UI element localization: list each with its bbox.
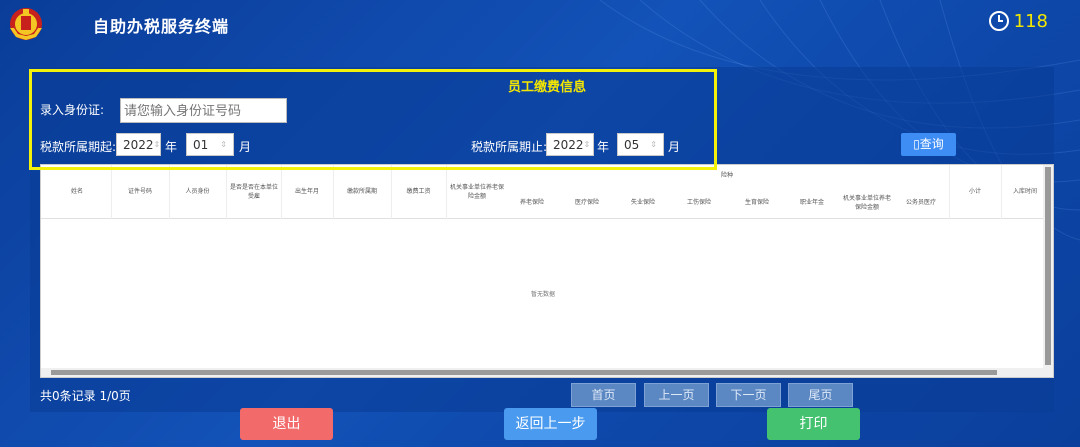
year-unit-label: 年 bbox=[597, 140, 610, 154]
col-period: 缴款所属期 bbox=[346, 188, 377, 195]
col-name: 姓名 bbox=[70, 188, 83, 195]
print-button[interactable]: 打印 bbox=[767, 408, 860, 440]
year-unit-label: 年 bbox=[165, 140, 178, 154]
start-year-input[interactable]: 2022 ⇕ bbox=[116, 133, 161, 156]
id-label: 录入身份证: bbox=[40, 103, 105, 117]
prev-page-button[interactable]: 上一页 bbox=[644, 383, 709, 407]
col-annuity: 职业年金 bbox=[799, 199, 824, 206]
col-maternity: 生育保险 bbox=[744, 199, 769, 206]
col-group-insurance: 险种 bbox=[720, 172, 733, 179]
horizontal-scrollbar[interactable] bbox=[41, 368, 1045, 377]
section-title: 员工缴费信息 bbox=[508, 80, 587, 95]
col-pension-amount: 机关事业单位养老保险金额 bbox=[449, 184, 504, 200]
spinner-icon: ⇕ bbox=[153, 140, 161, 149]
col-unemployment: 失业保险 bbox=[630, 199, 655, 206]
back-button[interactable]: 返回上一步 bbox=[504, 408, 597, 440]
end-month-value: 05 bbox=[624, 138, 640, 152]
col-medical: 医疗保险 bbox=[574, 199, 599, 206]
query-button[interactable]: ▯查询 bbox=[901, 133, 956, 156]
search-icon: ▯ bbox=[913, 137, 920, 151]
col-id-number: 证件号码 bbox=[127, 188, 152, 195]
end-year-value: 2022 bbox=[553, 138, 584, 152]
col-injury: 工伤保险 bbox=[686, 199, 711, 206]
start-month-value: 01 bbox=[193, 138, 209, 152]
start-month-input[interactable]: 01 ⇕ bbox=[186, 133, 234, 156]
next-page-button[interactable]: 下一页 bbox=[716, 383, 781, 407]
spinner-icon: ⇕ bbox=[583, 140, 591, 149]
empty-table-message: 暂无数据 bbox=[530, 291, 555, 298]
col-employed: 是否是否在本单位受雇 bbox=[229, 184, 278, 200]
col-pension: 养老保险 bbox=[519, 199, 544, 206]
col-institution-pension: 机关事业单位养老保险金额 bbox=[842, 195, 891, 211]
vertical-scrollbar[interactable] bbox=[1043, 165, 1053, 377]
col-subtotal: 小计 bbox=[968, 188, 981, 195]
end-period-label: 税款所属期止: bbox=[471, 140, 548, 154]
countdown-value: 118 bbox=[1013, 10, 1048, 32]
start-period-label: 税款所属期起: bbox=[40, 140, 117, 154]
id-number-input[interactable] bbox=[120, 98, 287, 123]
tax-emblem-logo bbox=[6, 4, 46, 42]
table-header: 姓名 证件号码 人员身份 是否是否在本单位受雇 出生年月 缴款所属期 缴费工资 … bbox=[41, 165, 1053, 219]
clock-icon bbox=[988, 11, 1009, 31]
spinner-icon: ⇕ bbox=[220, 140, 227, 149]
month-unit-label: 月 bbox=[668, 140, 681, 154]
col-deposit-time: 入库时间 bbox=[1012, 188, 1037, 195]
spinner-icon: ⇕ bbox=[650, 140, 657, 149]
col-identity: 人员身份 bbox=[185, 188, 210, 195]
first-page-button[interactable]: 首页 bbox=[571, 383, 636, 407]
col-civil-medical: 公务员医疗 bbox=[905, 199, 936, 206]
app-title: 自助办税服务终端 bbox=[93, 17, 230, 36]
end-year-input[interactable]: 2022 ⇕ bbox=[546, 133, 594, 156]
col-salary: 缴费工资 bbox=[406, 188, 431, 195]
month-unit-label: 月 bbox=[239, 140, 252, 154]
col-birth: 出生年月 bbox=[294, 188, 319, 195]
start-year-value: 2022 bbox=[123, 138, 154, 152]
record-count: 共0条记录 1/0页 bbox=[40, 389, 131, 403]
payment-table[interactable]: 姓名 证件号码 人员身份 是否是否在本单位受雇 出生年月 缴款所属期 缴费工资 … bbox=[40, 164, 1054, 378]
countdown-timer: 118 bbox=[988, 10, 1048, 32]
last-page-button[interactable]: 尾页 bbox=[788, 383, 853, 407]
end-month-input[interactable]: 05 ⇕ bbox=[617, 133, 664, 156]
exit-button[interactable]: 退出 bbox=[240, 408, 333, 440]
